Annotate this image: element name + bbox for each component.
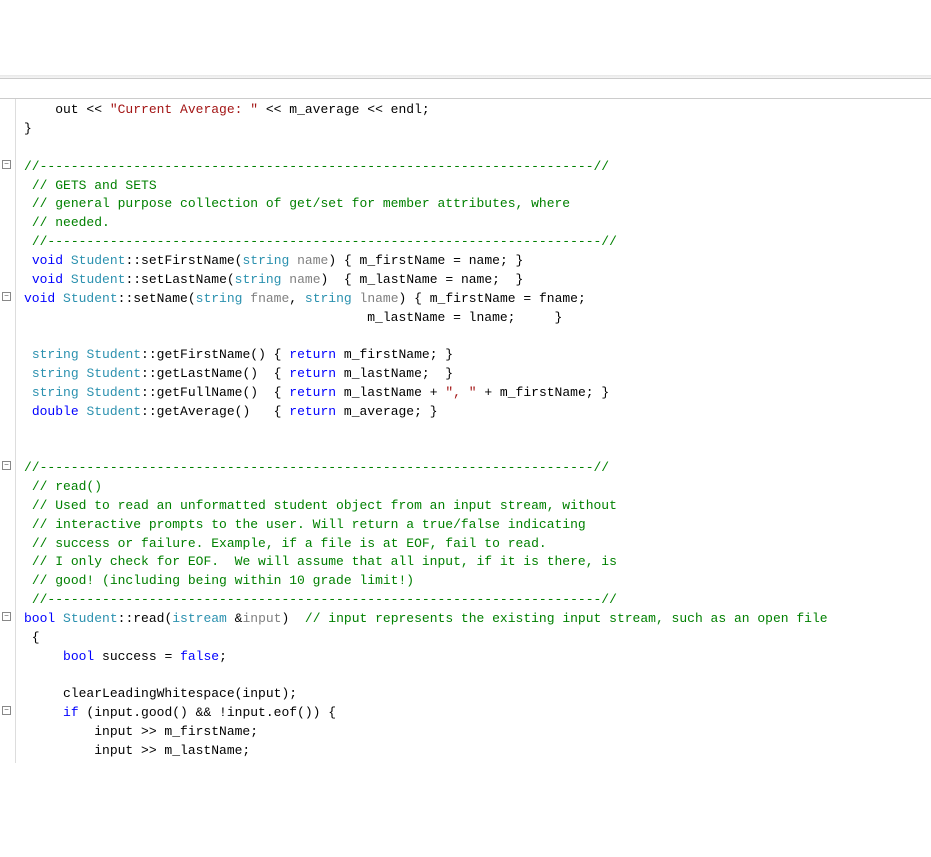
code-line[interactable]: string Student::getLastName() { return m… bbox=[24, 365, 931, 384]
token-cmt: //--------------------------------------… bbox=[24, 460, 609, 475]
token-cls: Student bbox=[86, 385, 141, 400]
token-cls: string bbox=[235, 272, 282, 287]
code-line[interactable]: { bbox=[24, 629, 931, 648]
code-line[interactable]: //--------------------------------------… bbox=[24, 233, 931, 252]
token-kw: if bbox=[63, 705, 79, 720]
token-cmt: // I only check for EOF. We will assume … bbox=[32, 554, 617, 569]
code-line[interactable]: // GETS and SETS bbox=[24, 177, 931, 196]
token-kw: void bbox=[24, 291, 55, 306]
fold-toggle-icon[interactable]: − bbox=[2, 706, 11, 715]
token-cmt: // GETS and SETS bbox=[32, 178, 157, 193]
code-line[interactable]: } bbox=[24, 120, 931, 139]
code-line[interactable]: // needed. bbox=[24, 214, 931, 233]
token-cmt: // general purpose collection of get/set… bbox=[32, 196, 570, 211]
code-line[interactable]: double Student::getAverage() { return m_… bbox=[24, 403, 931, 422]
token-cls: istream bbox=[172, 611, 227, 626]
token-cls: string bbox=[196, 291, 243, 306]
token-cmt: // good! (including being within 10 grad… bbox=[32, 573, 414, 588]
token-param: name bbox=[289, 272, 320, 287]
token-cmt: // interactive prompts to the user. Will… bbox=[32, 517, 586, 532]
token-cls: Student bbox=[86, 366, 141, 381]
code-line[interactable]: void Student::setLastName(string name) {… bbox=[24, 271, 931, 290]
fold-toggle-icon[interactable]: − bbox=[2, 292, 11, 301]
code-line[interactable]: // general purpose collection of get/set… bbox=[24, 195, 931, 214]
editor-top-border bbox=[0, 75, 931, 79]
token-kw: double bbox=[32, 404, 79, 419]
token-cls: string bbox=[32, 385, 79, 400]
code-line[interactable] bbox=[24, 139, 931, 158]
token-cls: Student bbox=[63, 291, 118, 306]
token-cls: Student bbox=[71, 272, 126, 287]
code-line[interactable]: void Student::setName(string fname, stri… bbox=[24, 290, 931, 309]
token-cmt: //--------------------------------------… bbox=[32, 234, 617, 249]
fold-toggle-icon[interactable]: − bbox=[2, 160, 11, 169]
code-line[interactable]: // Used to read an unformatted student o… bbox=[24, 497, 931, 516]
code-line[interactable]: void Student::setFirstName(string name) … bbox=[24, 252, 931, 271]
code-line[interactable] bbox=[24, 422, 931, 441]
code-line[interactable]: // read() bbox=[24, 478, 931, 497]
code-line[interactable]: input >> m_lastName; bbox=[24, 742, 931, 761]
fold-toggle-icon[interactable]: − bbox=[2, 612, 11, 621]
code-line[interactable]: //--------------------------------------… bbox=[24, 158, 931, 177]
token-kw: return bbox=[289, 366, 336, 381]
token-str: "Current Average: " bbox=[110, 102, 258, 117]
token-cmt: // success or failure. Example, if a fil… bbox=[32, 536, 547, 551]
code-line[interactable]: //--------------------------------------… bbox=[24, 591, 931, 610]
code-line[interactable] bbox=[24, 440, 931, 459]
code-line[interactable]: out << "Current Average: " << m_average … bbox=[24, 101, 931, 120]
token-kw: return bbox=[289, 347, 336, 362]
token-str: ", " bbox=[445, 385, 476, 400]
token-param: input bbox=[242, 611, 281, 626]
token-cls: string bbox=[242, 253, 289, 268]
token-cmt: // input represents the existing input s… bbox=[305, 611, 828, 626]
token-kw: return bbox=[289, 385, 336, 400]
code-line[interactable]: //--------------------------------------… bbox=[24, 459, 931, 478]
token-cls: Student bbox=[86, 347, 141, 362]
code-line[interactable]: string Student::getFirstName() { return … bbox=[24, 346, 931, 365]
code-line[interactable]: m_lastName = lname; } bbox=[24, 309, 931, 328]
token-cmt: //--------------------------------------… bbox=[24, 159, 609, 174]
fold-toggle-icon[interactable]: − bbox=[2, 461, 11, 470]
token-cls: string bbox=[305, 291, 352, 306]
code-editor: − − − − − out << "Current Average: " << m_av… bbox=[0, 98, 931, 763]
token-cls: Student bbox=[63, 611, 118, 626]
token-param: fname bbox=[250, 291, 289, 306]
token-kw: return bbox=[289, 404, 336, 419]
token-cls: string bbox=[32, 366, 79, 381]
code-line[interactable]: string Student::getFullName() { return m… bbox=[24, 384, 931, 403]
code-line[interactable]: bool success = false; bbox=[24, 648, 931, 667]
code-line[interactable]: clearLeadingWhitespace(input); bbox=[24, 685, 931, 704]
fold-gutter[interactable]: − − − − − bbox=[0, 99, 16, 763]
code-line[interactable]: bool Student::read(istream &input) // in… bbox=[24, 610, 931, 629]
token-cls: Student bbox=[71, 253, 126, 268]
token-cmt: // Used to read an unformatted student o… bbox=[32, 498, 617, 513]
code-area[interactable]: out << "Current Average: " << m_average … bbox=[16, 99, 931, 763]
token-cls: string bbox=[32, 347, 79, 362]
code-line[interactable]: if (input.good() && !input.eof()) { bbox=[24, 704, 931, 723]
code-line[interactable]: // success or failure. Example, if a fil… bbox=[24, 535, 931, 554]
token-cmt: //--------------------------------------… bbox=[32, 592, 617, 607]
token-cmt: // needed. bbox=[32, 215, 110, 230]
token-kw: false bbox=[180, 649, 219, 664]
token-kw: bool bbox=[24, 611, 55, 626]
token-kw: void bbox=[32, 272, 63, 287]
code-line[interactable]: input >> m_firstName; bbox=[24, 723, 931, 742]
code-line[interactable]: // good! (including being within 10 grad… bbox=[24, 572, 931, 591]
token-param: lname bbox=[360, 291, 399, 306]
token-cls: Student bbox=[86, 404, 141, 419]
token-kw: bool bbox=[63, 649, 94, 664]
code-line[interactable]: // interactive prompts to the user. Will… bbox=[24, 516, 931, 535]
token-cmt: // read() bbox=[32, 479, 102, 494]
token-param: name bbox=[297, 253, 328, 268]
code-line[interactable]: // I only check for EOF. We will assume … bbox=[24, 553, 931, 572]
token-kw: void bbox=[32, 253, 63, 268]
code-line[interactable] bbox=[24, 327, 931, 346]
